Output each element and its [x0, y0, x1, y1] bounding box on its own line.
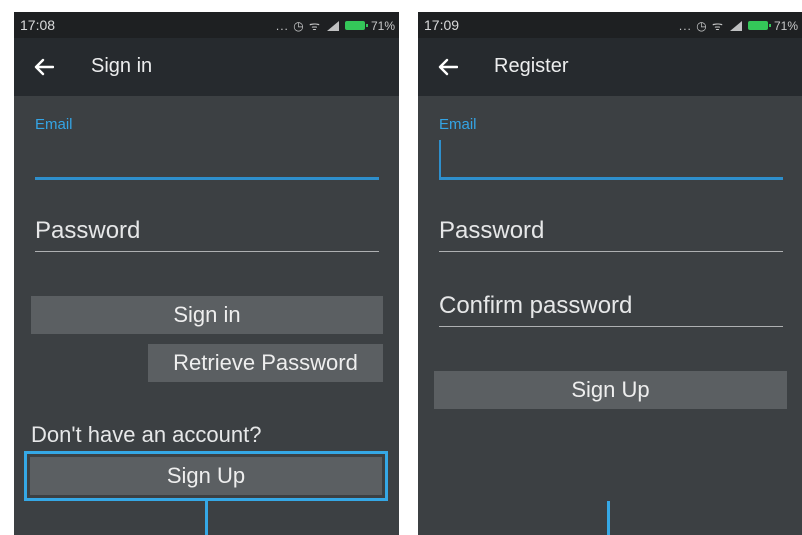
connector-line: [205, 501, 208, 535]
signin-screen: 17:08 ... ◷ ᯤ 71% Sign in Email Password…: [14, 12, 399, 535]
sign-up-button[interactable]: Sign Up: [30, 457, 382, 495]
email-label: Email: [439, 116, 477, 133]
register-screen: 17:09 ... ◷ ᯤ 71% Register Email Passwor…: [418, 12, 802, 535]
sign-up-button[interactable]: Sign Up: [434, 371, 787, 409]
confirm-password-field[interactable]: [439, 289, 783, 327]
app-bar: Register: [418, 38, 802, 96]
text-cursor: [439, 140, 441, 178]
status-bar: 17:09 ... ◷ ᯤ 71%: [418, 12, 802, 38]
status-time: 17:08: [20, 17, 56, 33]
status-icons: ... ◷ ᯤ 71%: [276, 17, 395, 34]
status-icons: ... ◷ ᯤ 71%: [679, 17, 798, 34]
email-label: Email: [35, 116, 73, 133]
password-field[interactable]: [35, 214, 379, 252]
page-title: Register: [494, 55, 569, 77]
page-title: Sign in: [91, 55, 153, 77]
battery-level: 71%: [773, 18, 798, 33]
email-field[interactable]: [35, 152, 379, 180]
app-bar: Sign in: [14, 38, 399, 96]
status-bar: 17:08 ... ◷ ᯤ 71%: [14, 12, 399, 38]
retrieve-password-button[interactable]: Retrieve Password: [148, 344, 383, 382]
battery-icon: [747, 21, 771, 30]
back-arrow-icon[interactable]: [438, 58, 458, 76]
no-account-text: Don't have an account?: [31, 422, 262, 447]
password-field[interactable]: [439, 214, 783, 252]
email-field[interactable]: [439, 152, 783, 180]
signal-icon: [326, 20, 339, 31]
battery-icon: [344, 21, 368, 30]
battery-level: 71%: [370, 18, 395, 33]
notification-icons: ... ◷ ᯤ: [275, 19, 321, 33]
sign-in-button[interactable]: Sign in: [31, 296, 383, 334]
status-time: 17:09: [424, 17, 460, 33]
notification-icons: ... ◷ ᯤ: [678, 19, 724, 33]
connector-line: [607, 501, 610, 535]
back-arrow-icon[interactable]: [34, 58, 54, 76]
signal-icon: [729, 20, 742, 31]
